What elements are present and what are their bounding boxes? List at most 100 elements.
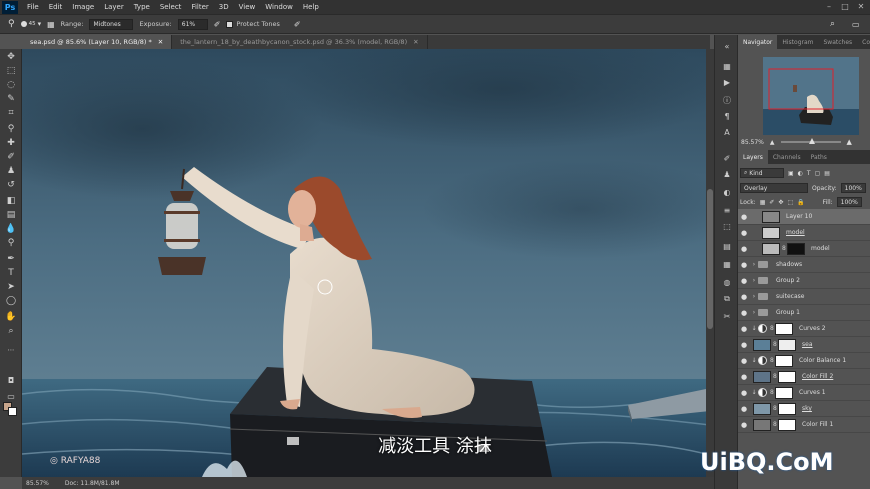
zoom-level[interactable]: 85.57% <box>26 480 49 487</box>
layer-row[interactable]: ● model <box>738 225 870 241</box>
eye-icon[interactable]: ● <box>738 389 750 397</box>
pressure-icon[interactable]: ✐ <box>294 20 301 29</box>
stamp-tool-icon[interactable]: ♟ <box>4 165 18 177</box>
layer-name[interactable]: model <box>786 229 805 236</box>
paragraph-icon[interactable]: ¶ <box>720 111 734 123</box>
menu-file[interactable]: File <box>22 3 44 11</box>
eye-icon[interactable]: ● <box>738 405 750 413</box>
layer-name[interactable]: Curves 2 <box>799 325 826 332</box>
eye-icon[interactable]: ● <box>738 213 750 221</box>
dodge-tool-icon[interactable]: ⚲ <box>8 19 15 29</box>
quick-select-tool-icon[interactable]: ✎ <box>4 93 18 105</box>
tab-channels[interactable]: Channels <box>768 150 806 164</box>
layer-name[interactable]: shadows <box>776 261 802 268</box>
exposure-field[interactable]: 61% <box>177 18 208 30</box>
quick-mask-icon[interactable]: ◘ <box>4 375 18 387</box>
tab-sea[interactable]: sea.psd @ 85.6% (Layer 10, RGB/8) * ✕ <box>22 35 173 49</box>
marquee-tool-icon[interactable]: ⬚ <box>4 65 18 77</box>
eye-icon[interactable]: ● <box>738 341 750 349</box>
tab-lantern[interactable]: the_lantern_18_by_deathbycanon_stock.psd… <box>172 35 428 49</box>
tab-histogram[interactable]: Histogram <box>777 35 818 49</box>
zoom-slider-handle[interactable] <box>808 138 815 144</box>
eye-icon[interactable]: ● <box>738 229 750 237</box>
lock-transparent-icon[interactable]: ▦ <box>760 199 766 206</box>
screen-mode-icon[interactable]: ▭ <box>4 391 18 403</box>
chevron-right-icon[interactable]: › <box>750 261 758 268</box>
lock-move-icon[interactable]: ✥ <box>778 199 783 206</box>
tab-layers[interactable]: Layers <box>738 150 768 164</box>
layer-row[interactable]: ● 8 model <box>738 241 870 257</box>
eye-icon[interactable]: ● <box>738 277 750 285</box>
menu-type[interactable]: Type <box>129 3 155 11</box>
layer-name[interactable]: Group 1 <box>776 309 800 316</box>
ellipse-tool-icon[interactable]: ◯ <box>4 295 18 307</box>
fill-field[interactable]: 100% <box>836 197 862 207</box>
menu-image[interactable]: Image <box>67 3 99 11</box>
menu-edit[interactable]: Edit <box>44 3 68 11</box>
chevron-right-icon[interactable]: › <box>750 309 758 316</box>
swatches-icon[interactable]: ▦ <box>720 259 734 271</box>
eyedropper-tool-icon[interactable]: ⚲ <box>4 123 18 135</box>
layer-row[interactable]: ● ↓ 8 Curves 1 <box>738 385 870 401</box>
menu-layer[interactable]: Layer <box>99 3 129 11</box>
airbrush-icon[interactable]: ✐ <box>214 20 221 29</box>
brush-panel-icon[interactable]: ▦ <box>47 20 55 29</box>
menu-filter[interactable]: Filter <box>186 3 213 11</box>
info-icon[interactable]: ⓘ <box>720 95 734 107</box>
play-icon[interactable]: ▶ <box>720 77 734 89</box>
layer-name[interactable]: Curves 1 <box>799 389 826 396</box>
opacity-field[interactable]: 100% <box>840 183 866 193</box>
eraser-tool-icon[interactable]: ◧ <box>4 195 18 207</box>
workspace-icon[interactable]: ▭ <box>852 20 860 29</box>
history-brush-icon[interactable]: ↺ <box>4 179 18 191</box>
menu-select[interactable]: Select <box>155 3 187 11</box>
layer-row[interactable]: ● › shadows <box>738 257 870 273</box>
navigator-thumbnail[interactable] <box>763 57 859 135</box>
lock-paint-icon[interactable]: ✐ <box>769 199 774 206</box>
close-icon[interactable]: ✕ <box>158 38 163 46</box>
protect-tones-checkbox[interactable]: Protect Tones <box>226 20 280 28</box>
notes-icon[interactable]: ✂ <box>720 311 734 323</box>
path-select-tool-icon[interactable]: ➤ <box>4 281 18 293</box>
filter-type-icon[interactable]: T <box>807 170 811 177</box>
close-icon[interactable]: ✕ <box>413 38 418 46</box>
filter-adjust-icon[interactable]: ◐ <box>798 170 803 177</box>
clone-source-icon[interactable]: ♟ <box>720 169 734 181</box>
range-select[interactable]: Midtones <box>89 18 134 30</box>
layer-name[interactable]: Color Balance 1 <box>799 357 846 364</box>
menu-window[interactable]: Window <box>260 3 298 11</box>
layer-name[interactable]: suitecase <box>776 293 804 300</box>
zoom-in-icon[interactable]: ▲ <box>847 138 852 146</box>
lock-artboard-icon[interactable]: ⬚ <box>787 199 793 206</box>
layer-row[interactable]: ● 8 sea <box>738 337 870 353</box>
zoom-tool-icon[interactable]: ⌕ <box>4 325 18 337</box>
eye-icon[interactable]: ● <box>738 357 750 365</box>
chevron-right-icon[interactable]: › <box>750 277 758 284</box>
layer-name[interactable]: sea <box>802 341 813 348</box>
layer-row[interactable]: ● ↓ 8 Color Balance 1 <box>738 353 870 369</box>
filter-smart-icon[interactable]: ▤ <box>824 170 830 177</box>
brush-preset-picker[interactable]: 45 ▾ <box>20 20 41 28</box>
layer-comps-icon[interactable]: ⧉ <box>720 293 734 305</box>
filter-shape-icon[interactable]: ▢ <box>815 170 821 177</box>
properties-icon[interactable]: ≡ <box>720 205 734 217</box>
tab-navigator[interactable]: Navigator <box>738 35 778 49</box>
tab-paths[interactable]: Paths <box>806 150 832 164</box>
scroll-thumb[interactable] <box>707 189 713 329</box>
move-tool-icon[interactable]: ✥ <box>4 51 18 63</box>
pen-tool-icon[interactable]: ✒ <box>4 253 18 265</box>
layer-row[interactable]: ● 8 Color Fill 1 <box>738 417 870 433</box>
search-icon[interactable]: ⌕ <box>830 19 835 29</box>
layer-name[interactable]: Color Fill 1 <box>802 421 833 428</box>
libraries-icon[interactable]: ▤ <box>720 241 734 253</box>
eye-icon[interactable]: ● <box>738 421 750 429</box>
filter-pixel-icon[interactable]: ▣ <box>788 170 794 177</box>
close-icon[interactable]: ✕ <box>854 0 868 14</box>
eye-icon[interactable]: ● <box>738 373 750 381</box>
hand-tool-icon[interactable]: ✋ <box>4 311 18 323</box>
adjustments-icon[interactable]: ◐ <box>720 187 734 199</box>
tab-swatches[interactable]: Swatches <box>818 35 857 49</box>
blur-tool-icon[interactable]: 💧 <box>4 223 18 235</box>
brush-tool-icon[interactable]: ✐ <box>4 151 18 163</box>
history-icon[interactable]: ▦ <box>720 61 734 73</box>
